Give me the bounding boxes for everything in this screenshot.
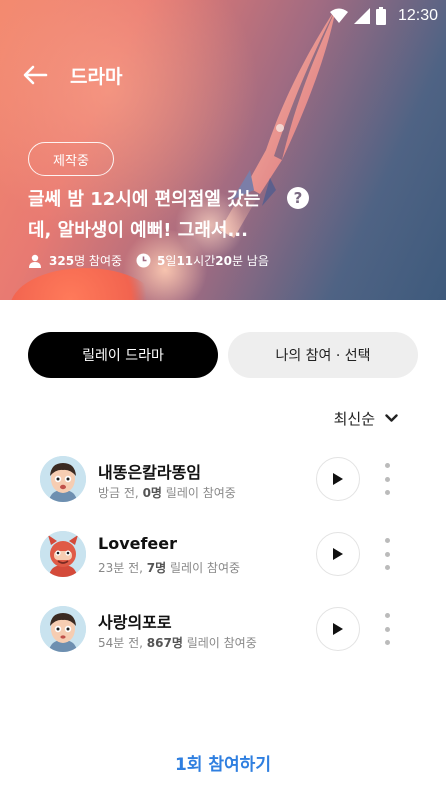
time-minutes-label: 분 남음 [231,254,269,268]
relay-author: Lovefeer [98,534,178,553]
tab-my-participation[interactable]: 나의 참여 · 선택 [228,332,418,378]
battery-icon [375,7,386,25]
relay-author: 사랑의포로 [98,613,172,632]
time-hours: 11 [176,253,194,268]
participants-info: 325 명 참여중 [28,252,122,269]
relay-count: 867명 [146,636,183,650]
relay-time: 방금 전, [98,486,143,500]
signal-icon [353,8,370,24]
status-bar: 12:30 [329,6,438,26]
join-button[interactable]: 1회 참여하기 [0,750,446,775]
play-button[interactable] [316,457,360,501]
status-time: 12:30 [397,7,438,24]
tab-relay-drama[interactable]: 릴레이 드라마 [28,332,218,378]
play-button[interactable] [316,532,360,576]
relay-suffix: 릴레이 참여중 [161,486,236,500]
time-hours-label: 시간 [193,254,216,268]
story-title-line: 글쎄 밤 12시에 편의점엘 갔는 [28,189,261,210]
clock-icon [136,253,151,268]
boy-avatar-icon [40,456,86,502]
more-options-button[interactable] [380,538,394,570]
story-title: 글쎄 밤 12시에 편의점엘 갔는 데, 알바생이 예뻐! 그래서... [28,184,278,246]
relay-count: 7명 [146,561,167,575]
relay-author: 내똥은칼라똥임 [98,463,202,482]
relay-count: 0명 [142,486,162,500]
top-nav: 드라마 [22,60,122,90]
more-options-button[interactable] [380,463,394,495]
play-button[interactable] [316,607,360,651]
play-icon [333,473,343,485]
relay-list: 내똥은칼라똥임 방금 전, 0명 릴레이 참여중 Lovefeer 23분 전,… [40,453,420,678]
relay-suffix: 릴레이 참여중 [166,561,241,575]
list-item[interactable]: 사랑의포로 54분 전, 867명 릴레이 참여중 [40,603,420,678]
relay-meta: 방금 전, 0명 릴레이 참여중 [98,484,236,501]
tab-bar: 릴레이 드라마 나의 참여 · 선택 [28,332,418,378]
time-days-label: 일 [165,254,177,268]
time-days: 5 [157,253,166,268]
avatar [40,531,86,577]
status-badge: 제작중 [28,142,114,176]
time-remaining: 5일 11 시간 20 분 남음 [136,252,269,269]
participants-label: 명 참여중 [74,254,123,268]
person-icon [29,254,41,268]
play-icon [333,548,343,560]
help-icon[interactable]: ? [287,187,309,209]
play-icon [333,623,343,635]
relay-meta: 54분 전, 867명 릴레이 참여중 [98,634,257,651]
chevron-down-icon [385,414,398,422]
relay-time: 23분 전, [98,561,147,575]
story-title-line: 데, 알바생이 예뻐! 그래서... [28,220,248,241]
story-meta: 325 명 참여중 5일 11 시간 20 분 남음 [28,252,269,269]
back-button[interactable] [22,60,52,90]
avatar [40,456,86,502]
devil-avatar-icon [40,531,86,577]
list-item[interactable]: Lovefeer 23분 전, 7명 릴레이 참여중 [40,528,420,603]
relay-suffix: 릴레이 참여중 [182,636,257,650]
sort-dropdown[interactable]: 최신순 [334,408,398,429]
time-minutes: 20 [215,253,232,268]
wifi-icon [329,8,348,23]
participants-count: 325 [49,253,75,268]
sort-label: 최신순 [333,410,375,428]
avatar [40,606,86,652]
arrow-left-icon [23,65,48,85]
more-options-button[interactable] [380,613,394,645]
page-title: 드라마 [70,65,123,88]
relay-time: 54분 전, [98,636,147,650]
list-item[interactable]: 내똥은칼라똥임 방금 전, 0명 릴레이 참여중 [40,453,420,528]
boy-avatar-icon [40,606,86,652]
relay-meta: 23분 전, 7명 릴레이 참여중 [98,559,240,576]
